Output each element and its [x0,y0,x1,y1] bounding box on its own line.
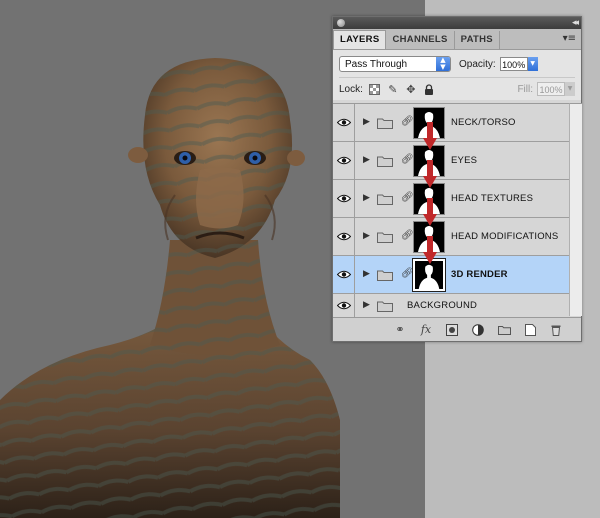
folder-icon [377,156,393,167]
expand-triangle-icon[interactable]: ▶ [363,193,370,203]
expand-triangle-icon[interactable]: ▶ [363,155,370,165]
lock-transparent-icon[interactable] [369,83,381,95]
visibility-eye-icon[interactable] [333,218,355,255]
folder-icon [377,301,393,312]
tab-paths[interactable]: PATHS [455,31,500,49]
layer-mask-thumbnail[interactable] [412,258,446,292]
tab-channels[interactable]: CHANNELS [386,31,455,49]
layer-name: EYES [451,155,478,166]
layer-row-head-modifications[interactable]: ▶ 🔗︎ HEAD MODIFICATIONS [333,218,569,256]
layer-row-3d-render[interactable]: ▶ 🔗︎ 3D RENDER [333,256,569,294]
layer-mask-thumbnail[interactable] [413,183,445,215]
chevron-updown-icon: ▲ ▼ [436,57,450,71]
layer-row-neck-torso[interactable]: ▶ 🔗︎ NECK/TORSO [333,104,569,142]
layers-list: ▶ 🔗︎ NECK/TORSO ▶ 🔗︎ EYES ▶ 🔗︎ HEAD TEXT… [333,103,569,318]
fx-icon[interactable]: fx [419,323,433,337]
visibility-eye-icon[interactable] [333,104,355,141]
folder-icon [377,270,393,281]
opacity-dropdown-icon[interactable]: ▼ [527,57,538,71]
expand-triangle-icon[interactable]: ▶ [363,269,370,279]
fill-field[interactable]: 100% [537,82,565,96]
visibility-eye-icon[interactable] [333,294,355,317]
chain-link-icon[interactable]: 🔗︎ [401,154,414,165]
new-layer-icon[interactable] [523,323,537,337]
layer-name: HEAD MODIFICATIONS [451,231,559,242]
layer-row-background[interactable]: ▶ BACKGROUND [333,294,569,318]
opacity-field[interactable]: 100% [499,57,528,71]
folder-icon [377,232,393,243]
trash-icon[interactable] [549,323,563,337]
layer-name: BACKGROUND [407,300,478,311]
folder-icon [377,118,393,129]
new-group-icon[interactable] [497,323,511,337]
lock-label: Lock: [339,83,363,95]
close-icon[interactable]: x [337,19,345,27]
layer-mask-thumbnail[interactable] [413,145,445,177]
lock-all-icon[interactable] [423,83,435,95]
adjustment-layer-icon[interactable] [471,323,485,337]
fill-dropdown-icon[interactable]: ▼ [565,82,575,96]
layer-mask-thumbnail[interactable] [413,221,445,253]
layers-panel: x ◂◂ LAYERS CHANNELS PATHS ▾≡ Pass Throu… [332,16,582,342]
blend-mode-value: Pass Through [345,59,408,70]
panel-menu-icon[interactable]: ▾≡ [563,33,576,44]
layers-scrollbar[interactable] [569,103,582,316]
panel-titlebar[interactable]: x ◂◂ [333,17,581,29]
chain-link-icon[interactable]: 🔗︎ [401,192,414,203]
lock-image-icon[interactable]: ✎ [387,83,399,96]
expand-triangle-icon[interactable]: ▶ [363,231,370,241]
panel-footer: ⚭ fx [333,317,581,341]
layer-row-eyes[interactable]: ▶ 🔗︎ EYES [333,142,569,180]
tab-layers[interactable]: LAYERS [333,30,387,49]
expand-triangle-icon[interactable]: ▶ [363,117,370,127]
add-mask-icon[interactable] [445,323,459,337]
opacity-label: Opacity: [459,58,496,70]
fill-label: Fill: [517,83,533,95]
visibility-eye-icon[interactable] [333,142,355,179]
visibility-eye-icon[interactable] [333,256,355,293]
link-icon[interactable]: ⚭ [393,323,407,337]
layer-row-head-textures[interactable]: ▶ 🔗︎ HEAD TEXTURES [333,180,569,218]
layer-name: 3D RENDER [451,269,508,280]
blend-mode-select[interactable]: Pass Through ▲ ▼ [339,56,451,72]
layer-name: NECK/TORSO [451,117,516,128]
collapse-icon[interactable]: ◂◂ [572,17,579,29]
chain-link-icon[interactable]: 🔗︎ [401,116,414,127]
expand-triangle-icon[interactable]: ▶ [363,300,370,310]
visibility-eye-icon[interactable] [333,180,355,217]
layer-name: HEAD TEXTURES [451,193,534,204]
chain-link-icon[interactable]: 🔗︎ [401,230,414,241]
layer-mask-thumbnail[interactable] [413,107,445,139]
lock-position-icon[interactable]: ✥ [405,83,417,96]
chain-link-icon[interactable]: 🔗︎ [401,268,414,279]
folder-icon [377,194,393,205]
panel-tabs: LAYERS CHANNELS PATHS ▾≡ [333,29,581,50]
layer-controls: Pass Through ▲ ▼ Opacity: 100% ▼ Lock: ✎ … [333,50,581,100]
